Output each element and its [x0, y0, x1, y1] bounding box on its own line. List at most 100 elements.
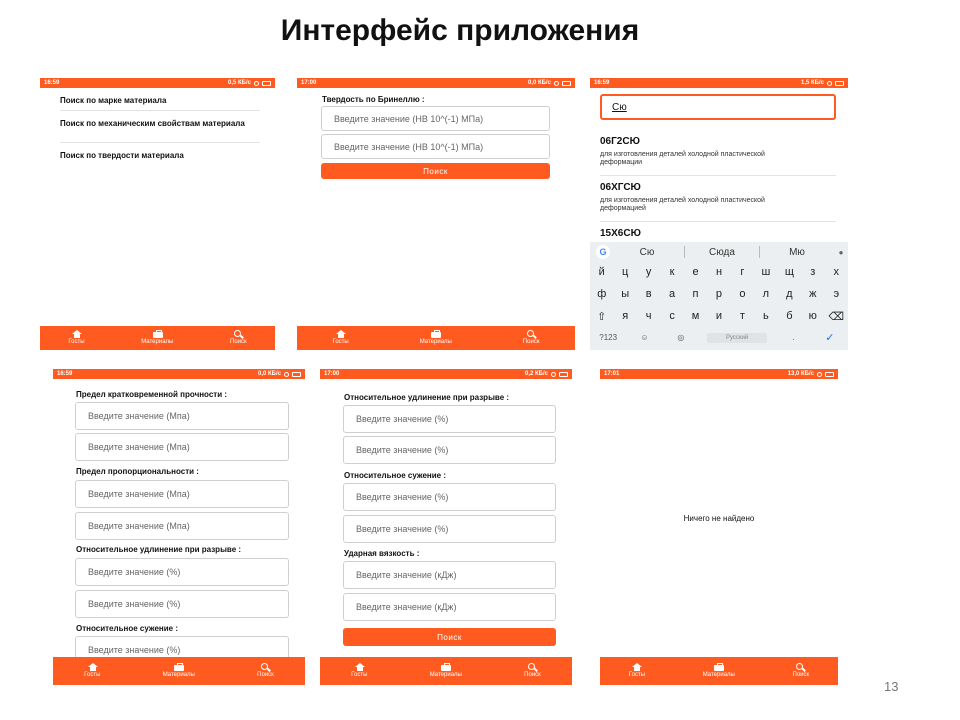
nav-item-materials[interactable]: Материалы — [420, 330, 452, 346]
nav-item-gosts[interactable]: Госты — [68, 330, 85, 346]
nav-item-search[interactable]: Поиск — [793, 663, 809, 679]
key[interactable]: ь — [756, 310, 776, 323]
keyboard-row-3: ⇧ я ч с м и т ь б ю ⌫ — [590, 310, 848, 323]
nav-item-gosts[interactable]: Госты — [332, 330, 349, 346]
key[interactable]: к — [662, 266, 682, 278]
key[interactable]: и — [709, 310, 729, 323]
search-button[interactable]: Поиск — [321, 163, 550, 179]
nav-item-gosts[interactable]: Госты — [351, 663, 367, 679]
suggestion[interactable]: Сюда — [685, 247, 759, 258]
key[interactable]: ш — [756, 266, 776, 278]
result-title[interactable]: 06ХГСЮ — [600, 182, 641, 193]
key[interactable]: п — [686, 288, 706, 300]
nav-item-search[interactable]: Поиск — [524, 663, 541, 679]
menu-item-search-by-hardness[interactable]: Поиск по твердости материала — [60, 151, 260, 160]
home-icon — [354, 663, 365, 671]
status-speed: 0,0 КБ/с — [258, 371, 281, 377]
key[interactable]: а — [662, 288, 682, 300]
proportional-limit-max-input[interactable]: Введите значение (Мпа) — [75, 512, 289, 540]
impact-toughness-max-input[interactable]: Введите значение (кДж) — [343, 593, 556, 621]
key[interactable]: ж — [803, 288, 823, 300]
reduction-of-area-max-input[interactable]: Введите значение (%) — [343, 515, 556, 543]
key[interactable]: щ — [779, 266, 799, 278]
microphone-icon[interactable]: ● — [834, 248, 848, 257]
elongation-max-input[interactable]: Введите значение (%) — [75, 590, 289, 618]
key[interactable]: у — [639, 266, 659, 278]
grade-search-input[interactable]: Сю — [600, 94, 836, 120]
key[interactable]: ч — [639, 310, 659, 323]
status-speed: 13,0 КБ/с — [787, 371, 814, 377]
field-label: Предел пропорциональности : — [76, 467, 199, 476]
tensile-strength-max-input[interactable]: Введите значение (Мпа) — [75, 433, 289, 461]
search-icon — [527, 663, 537, 671]
emoji-key-icon[interactable]: ☺ — [634, 333, 654, 342]
key[interactable]: о — [732, 288, 752, 300]
key[interactable]: й — [592, 266, 612, 278]
key[interactable]: ц — [615, 266, 635, 278]
nav-item-materials[interactable]: Материалы — [163, 663, 195, 679]
key[interactable]: д — [779, 288, 799, 300]
key[interactable]: с — [662, 310, 682, 323]
proportional-limit-min-input[interactable]: Введите значение (Мпа) — [75, 480, 289, 508]
nav-item-search[interactable]: Поиск — [257, 663, 274, 679]
menu-item-search-by-mechanical-properties[interactable]: Поиск по механическим свойствам материал… — [60, 119, 260, 128]
key[interactable]: г — [732, 266, 752, 278]
battery-icon — [825, 371, 834, 377]
nav-item-gosts[interactable]: Госты — [84, 663, 100, 679]
suggestion[interactable]: Мю — [760, 247, 834, 258]
field-label-brinell: Твердость по Бринеллю : — [322, 95, 425, 104]
key[interactable]: м — [686, 310, 706, 323]
key[interactable]: л — [756, 288, 776, 300]
google-icon[interactable]: G — [596, 245, 610, 259]
key[interactable]: в — [639, 288, 659, 300]
nav-label: Госты — [351, 672, 368, 678]
key[interactable]: б — [779, 310, 799, 323]
key[interactable]: ф — [592, 288, 612, 300]
status-speed: 0,2 КБ/с — [525, 371, 548, 377]
elongation-min-input[interactable]: Введите значение (%) — [75, 558, 289, 586]
status-time: 17:01 — [604, 371, 620, 377]
key[interactable]: я — [615, 310, 635, 323]
nav-item-search[interactable]: Поиск — [230, 330, 247, 346]
phone-screen-no-results: 17:01 13,0 КБ/с Ничего не найдено Госты … — [600, 369, 838, 685]
nav-item-search[interactable]: Поиск — [523, 330, 539, 346]
nav-item-gosts[interactable]: Госты — [629, 663, 645, 679]
nav-item-materials[interactable]: Материалы — [430, 663, 462, 679]
key[interactable]: ы — [615, 288, 635, 300]
phone-screen-mechanical-properties: 16:59 0,0 КБ/с Предел кратковременной пр… — [53, 369, 305, 685]
tensile-strength-min-input[interactable]: Введите значение (Мпа) — [75, 402, 289, 430]
elongation-max-input[interactable]: Введите значение (%) — [343, 436, 556, 464]
brinell-max-input[interactable]: Введите значение (НВ 10^(-1) МПа) — [321, 134, 550, 159]
nav-item-materials[interactable]: Материалы — [141, 330, 173, 346]
result-title[interactable]: 06Г2СЮ — [600, 136, 640, 147]
globe-icon[interactable]: ◎ — [671, 333, 691, 342]
symbols-key[interactable]: ?123 — [598, 333, 618, 342]
menu-item-search-by-grade[interactable]: Поиск по марке материала — [60, 96, 260, 105]
search-icon — [526, 330, 536, 338]
nav-item-materials[interactable]: Материалы — [703, 663, 735, 679]
backspace-key-icon[interactable]: ⌫ — [826, 310, 846, 323]
impact-toughness-min-input[interactable]: Введите значение (кДж) — [343, 561, 556, 589]
brinell-min-input[interactable]: Введите значение (НВ 10^(-1) МПа) — [321, 106, 550, 131]
suggestion[interactable]: Сю — [610, 247, 684, 258]
key[interactable]: т — [732, 310, 752, 323]
nav-label: Поиск — [230, 339, 247, 345]
enter-check-icon[interactable]: ✓ — [820, 331, 840, 344]
result-title[interactable]: 15Х6СЮ — [600, 228, 641, 239]
key[interactable]: р — [709, 288, 729, 300]
elongation-min-input[interactable]: Введите значение (%) — [343, 405, 556, 433]
phone-screen-hardness-search: 17:00 0,0 КБ/с Твердость по Бринеллю : В… — [297, 78, 575, 350]
search-button[interactable]: Поиск — [343, 628, 556, 646]
key[interactable]: ю — [803, 310, 823, 323]
space-key[interactable]: Русский — [707, 332, 768, 343]
status-time: 16:59 — [57, 371, 73, 377]
key[interactable]: е — [686, 266, 706, 278]
period-key[interactable]: . — [783, 333, 803, 342]
key[interactable]: з — [803, 266, 823, 278]
key[interactable]: э — [826, 288, 846, 300]
shift-key-icon[interactable]: ⇧ — [592, 310, 612, 323]
key[interactable]: н — [709, 266, 729, 278]
field-label: Относительное удлинение при разрыве : — [76, 545, 242, 554]
reduction-of-area-min-input[interactable]: Введите значение (%) — [343, 483, 556, 511]
key[interactable]: х — [826, 266, 846, 278]
